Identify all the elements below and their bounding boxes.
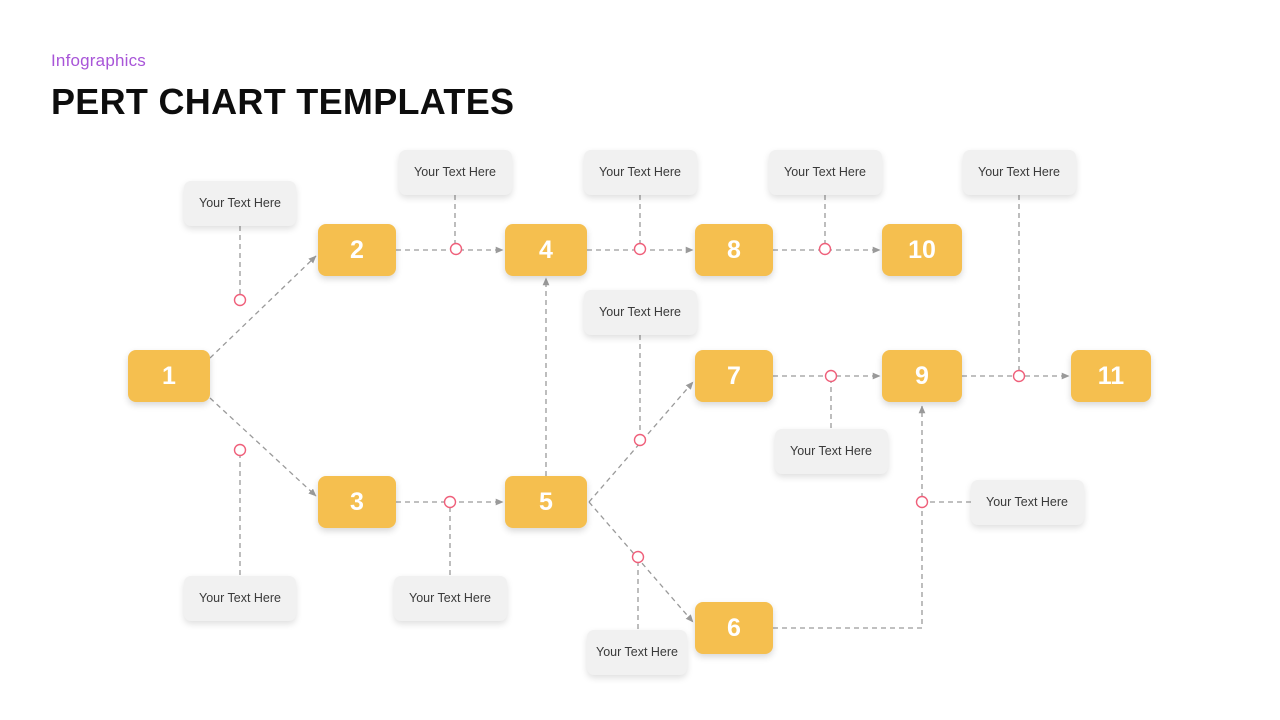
- edge-e1-3: [209, 397, 317, 497]
- connector-dot-d1[interactable]: [233, 293, 247, 307]
- text-placeholder-label: Your Text Here: [784, 164, 866, 179]
- pert-node-label: 6: [727, 613, 741, 642]
- text-placeholder-label: Your Text Here: [199, 590, 281, 605]
- text-placeholder-box-9[interactable]: Your Text Here: [184, 575, 296, 621]
- text-placeholder-box-4[interactable]: Your Text Here: [768, 149, 882, 195]
- pert-node-7[interactable]: 7: [695, 350, 773, 402]
- pert-node-3[interactable]: 3: [318, 476, 396, 528]
- pert-node-label: 10: [908, 235, 936, 264]
- pert-node-4[interactable]: 4: [505, 224, 587, 276]
- pert-node-6[interactable]: 6: [695, 602, 773, 654]
- pert-node-1[interactable]: 1: [128, 350, 210, 402]
- pert-node-label: 4: [539, 235, 553, 264]
- connector-dot-d3[interactable]: [633, 242, 647, 256]
- pert-node-9[interactable]: 9: [882, 350, 962, 402]
- pert-node-10[interactable]: 10: [882, 224, 962, 276]
- text-placeholder-box-5[interactable]: Your Text Here: [962, 149, 1076, 195]
- text-placeholder-label: Your Text Here: [199, 195, 281, 210]
- pert-node-label: 5: [539, 487, 553, 516]
- text-placeholder-box-7[interactable]: Your Text Here: [774, 428, 888, 474]
- text-placeholder-label: Your Text Here: [409, 590, 491, 605]
- pert-node-11[interactable]: 11: [1071, 350, 1151, 402]
- pert-node-label: 1: [162, 361, 176, 390]
- pert-node-label: 8: [727, 235, 741, 264]
- text-placeholder-label: Your Text Here: [978, 164, 1060, 179]
- edge-e5-6: [588, 501, 694, 623]
- connector-dot-d8[interactable]: [1012, 369, 1026, 383]
- text-placeholder-box-8[interactable]: Your Text Here: [970, 479, 1084, 525]
- pert-node-5[interactable]: 5: [505, 476, 587, 528]
- slide-canvas: Infographics PERT CHART TEMPLATES 123456…: [0, 0, 1280, 720]
- text-placeholder-label: Your Text Here: [599, 304, 681, 319]
- pert-node-label: 11: [1097, 361, 1125, 390]
- text-placeholder-box-3[interactable]: Your Text Here: [583, 149, 697, 195]
- connector-dot-d4[interactable]: [818, 242, 832, 256]
- connector-dot-d2[interactable]: [449, 242, 463, 256]
- text-placeholder-box-1[interactable]: Your Text Here: [184, 180, 296, 226]
- text-placeholder-box-11[interactable]: Your Text Here: [587, 629, 687, 675]
- pert-node-8[interactable]: 8: [695, 224, 773, 276]
- text-placeholder-label: Your Text Here: [596, 644, 678, 659]
- connector-dot-d7[interactable]: [824, 369, 838, 383]
- pert-node-label: 2: [350, 235, 364, 264]
- text-placeholder-box-10[interactable]: Your Text Here: [393, 575, 507, 621]
- connector-dot-d12[interactable]: [631, 550, 645, 564]
- connector-dot-d9[interactable]: [915, 495, 929, 509]
- text-placeholder-label: Your Text Here: [790, 443, 872, 458]
- text-placeholder-box-2[interactable]: Your Text Here: [398, 149, 512, 195]
- pert-node-label: 7: [727, 361, 741, 390]
- connector-dot-d11[interactable]: [443, 495, 457, 509]
- edge-e5-7: [588, 381, 694, 503]
- connector-dot-d10[interactable]: [233, 443, 247, 457]
- text-placeholder-label: Your Text Here: [986, 494, 1068, 509]
- pert-node-label: 3: [350, 487, 364, 516]
- text-placeholder-label: Your Text Here: [599, 164, 681, 179]
- edge-e1-2: [209, 255, 317, 359]
- connector-dot-d6[interactable]: [633, 433, 647, 447]
- text-placeholder-box-6[interactable]: Your Text Here: [583, 289, 697, 335]
- pert-node-label: 9: [915, 361, 929, 390]
- text-placeholder-label: Your Text Here: [414, 164, 496, 179]
- pert-node-2[interactable]: 2: [318, 224, 396, 276]
- pert-chart-diagram: 1 2 3 4 5 6 7 8 9 10 11 Your Text Here Your Text He…: [0, 0, 1280, 720]
